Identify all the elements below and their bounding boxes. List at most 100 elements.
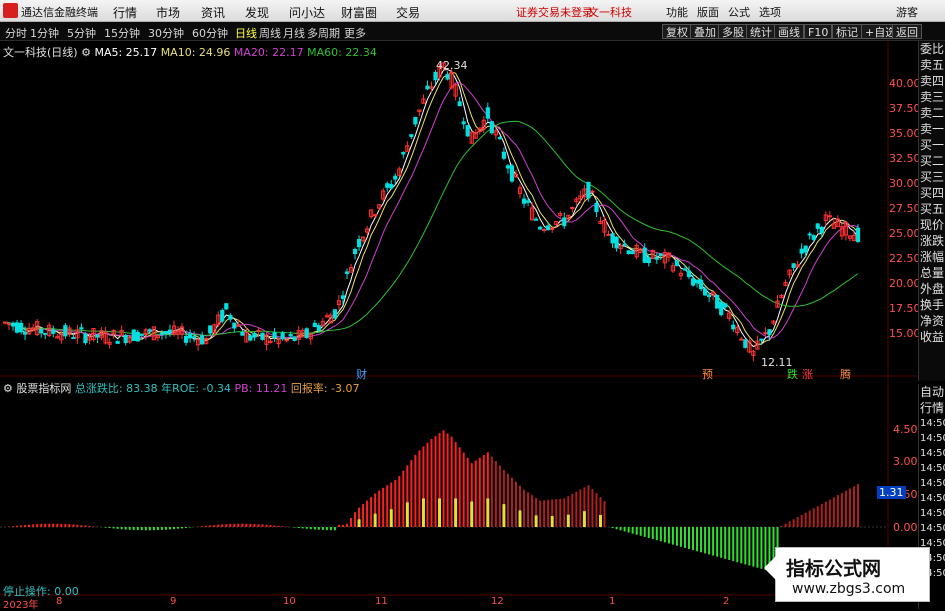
quote-item[interactable]: 买四 (919, 185, 945, 201)
menu-gongneng[interactable]: 功能 (666, 4, 688, 20)
price-tick: 17.50 (889, 302, 921, 315)
guest-button[interactable]: 游客 (896, 4, 918, 20)
candle-body (369, 209, 374, 218)
fuquan-button[interactable]: 复权 (662, 24, 692, 39)
ma60-line (4, 120, 859, 336)
quote-item[interactable]: 买二 (919, 153, 945, 169)
tab-hangqing[interactable]: 行情 (919, 400, 945, 416)
quote-item[interactable]: 买一 (919, 137, 945, 153)
candle-body (47, 324, 52, 337)
tongji-button[interactable]: 统计 (746, 24, 776, 39)
candle-body (618, 245, 623, 250)
indicator-volume-bar (502, 504, 506, 527)
period-1min[interactable]: 1分钟 (30, 25, 59, 41)
candle-body (103, 331, 108, 344)
period-5min[interactable]: 5分钟 (67, 25, 96, 41)
tab-auto[interactable]: 自动 (919, 384, 945, 400)
period-fenshi[interactable]: 分时 (5, 25, 27, 41)
indicator-name[interactable]: 股票指标网 (16, 382, 71, 395)
quote-item[interactable]: 卖二 (919, 105, 945, 121)
period-30min[interactable]: 30分钟 (148, 25, 184, 41)
candle-body (248, 335, 253, 341)
candle-body (811, 235, 816, 240)
candle-body (300, 329, 305, 338)
candle-body (602, 219, 607, 233)
quote-item[interactable]: 卖三 (919, 89, 945, 105)
quote-item[interactable]: 现价 (919, 217, 945, 233)
candle-body (115, 340, 120, 344)
period-more[interactable]: 更多 (344, 25, 366, 41)
period-day[interactable]: 日线 (235, 25, 257, 41)
period-multi[interactable]: 多周期 (307, 25, 340, 41)
quote-item[interactable]: 委比 (919, 41, 945, 57)
period-week[interactable]: 周线 (259, 25, 281, 41)
menu-faxian[interactable]: 发现 (245, 4, 269, 21)
menu-shichang[interactable]: 市场 (156, 4, 180, 21)
menu-xuanxiang[interactable]: 选项 (759, 4, 781, 20)
event-zhang[interactable]: 涨 (802, 366, 813, 382)
menu-wenxiaoda[interactable]: 问小达 (289, 4, 325, 21)
candle-body (489, 121, 494, 134)
candle-body (690, 278, 696, 286)
quote-item[interactable]: 外盘 (919, 281, 945, 297)
settings-icon[interactable]: ⚙ (81, 46, 91, 59)
kline-chart[interactable] (0, 0, 945, 609)
period-60min[interactable]: 60分钟 (192, 25, 228, 41)
duogu-button[interactable]: 多股 (718, 24, 748, 39)
menu-banmian[interactable]: 版面 (697, 4, 719, 20)
quote-item[interactable]: 卖五 (919, 57, 945, 73)
candle-body (686, 270, 692, 278)
price-tick: 40.00 (889, 77, 921, 90)
candle-body (449, 71, 454, 89)
price-tick: 15.00 (889, 327, 921, 340)
event-yu[interactable]: 预 (702, 366, 713, 382)
candle-body (360, 236, 366, 242)
candle-body (83, 333, 88, 344)
f10-button[interactable]: F10 (804, 24, 833, 39)
candle-body (851, 234, 857, 242)
candle-body (35, 321, 40, 336)
quote-item[interactable]: 卖一 (919, 121, 945, 137)
date-tick: 9 (170, 596, 177, 607)
event-teng[interactable]: 腾 (840, 366, 851, 382)
quote-item[interactable]: 收益 (919, 329, 945, 345)
trade-login-notice[interactable]: 证券交易未登录 (516, 4, 593, 20)
candle-body (662, 251, 667, 264)
candle-body (839, 226, 844, 237)
biaoji-button[interactable]: 标记 (832, 24, 862, 39)
huaxian-button[interactable]: 画线 (774, 24, 804, 39)
event-die[interactable]: 跌 (787, 366, 798, 382)
candle-body (771, 320, 776, 324)
quote-item[interactable]: 总量 (919, 265, 945, 281)
period-15min[interactable]: 15分钟 (104, 25, 140, 41)
candle-body (280, 332, 285, 340)
menu-jiaoyi[interactable]: 交易 (396, 4, 420, 21)
quote-item[interactable]: 买三 (919, 169, 945, 185)
menu-caifuquan[interactable]: 财富圈 (341, 4, 377, 21)
quote-item[interactable]: 卖四 (919, 73, 945, 89)
menu-gongshi[interactable]: 公式 (728, 4, 750, 20)
period-month[interactable]: 月线 (283, 25, 305, 41)
quote-item[interactable]: 涨幅 (919, 249, 945, 265)
candle-body (99, 330, 104, 338)
candle-body (823, 214, 828, 221)
candle-body (123, 334, 128, 344)
chart-title[interactable]: 文一科技(日线) (3, 46, 78, 59)
candle-body (538, 226, 543, 230)
candle-body (453, 84, 458, 97)
event-cai[interactable]: 财 (356, 366, 367, 382)
quote-item[interactable]: 买五 (919, 201, 945, 217)
candle-body (352, 248, 358, 255)
candle-body (795, 264, 800, 268)
candle-body (31, 327, 36, 331)
menu-hangqing[interactable]: 行情 (113, 4, 137, 21)
quote-item[interactable]: 净资 (919, 313, 945, 329)
indicator-settings-icon[interactable]: ⚙ (3, 382, 13, 395)
diejia-button[interactable]: 叠加 (690, 24, 720, 39)
quote-item[interactable]: 涨跌 (919, 233, 945, 249)
menu-zixun[interactable]: 资讯 (201, 4, 225, 21)
quote-item[interactable]: 换手 (919, 297, 945, 313)
back-button[interactable]: 返回 (892, 24, 922, 39)
candle-body (791, 263, 796, 268)
candle-body (155, 335, 160, 339)
